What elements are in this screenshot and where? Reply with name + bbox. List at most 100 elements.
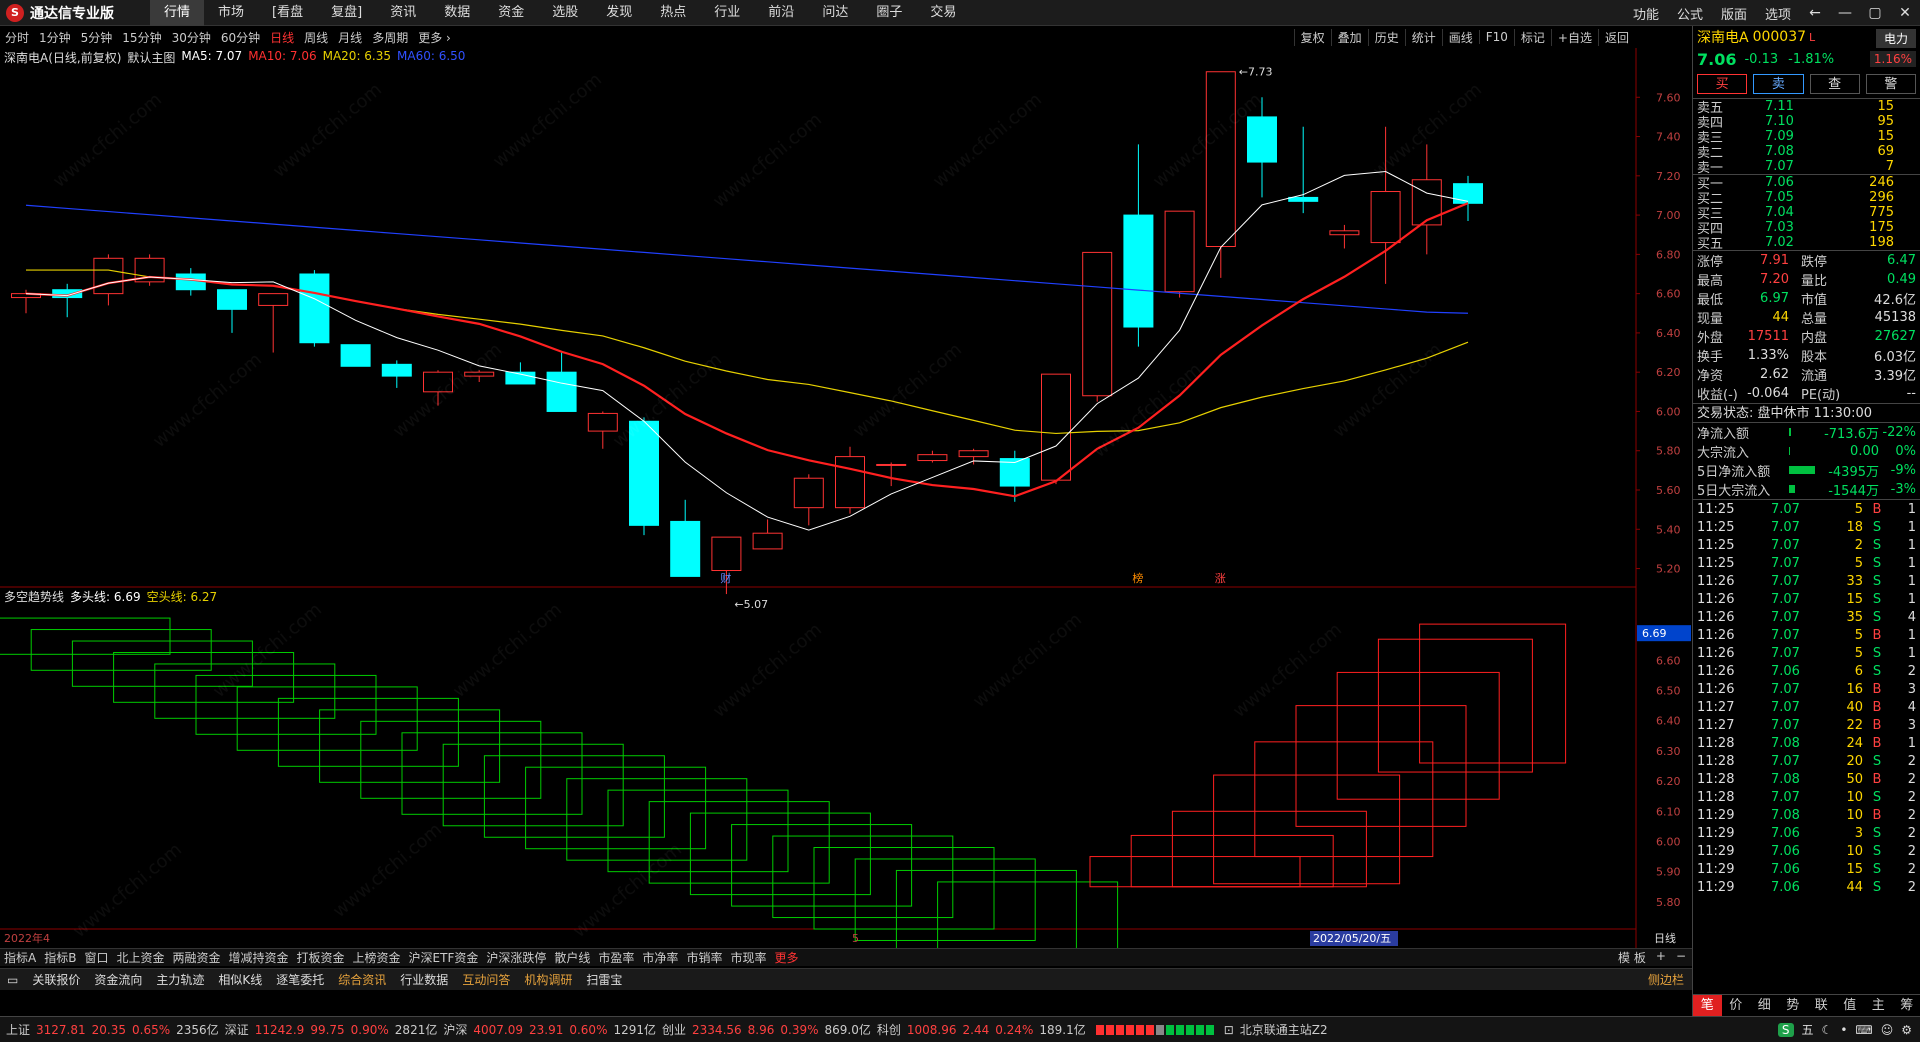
candle-body[interactable] — [1082, 251, 1113, 397]
moon-icon[interactable]: ☾ — [1822, 1023, 1833, 1037]
candle-body[interactable] — [381, 363, 412, 377]
back-icon[interactable]: ← — [1800, 5, 1830, 21]
buy-button[interactable]: 买 — [1697, 74, 1748, 94]
minimize-icon[interactable]: — — [1830, 5, 1860, 21]
menu-item-5[interactable]: 数据 — [430, 0, 484, 26]
candle-body[interactable] — [258, 293, 289, 306]
ask-row[interactable]: 卖一 7.07 7 — [1693, 159, 1920, 176]
func-tab-4[interactable]: 逐笔委托 — [269, 971, 331, 988]
tool-3[interactable]: 统计 — [1404, 28, 1442, 46]
menu-item-10[interactable]: 行业 — [700, 0, 754, 26]
index-name[interactable]: 创业 — [662, 1021, 686, 1038]
candle-body[interactable] — [793, 477, 824, 509]
settings-icon[interactable]: ⚙ — [1901, 1023, 1912, 1037]
chart-template[interactable]: 默认主图 — [127, 49, 175, 65]
candle-body[interactable] — [1123, 214, 1154, 328]
candle-body[interactable] — [175, 273, 206, 291]
right-tab-5[interactable]: 值 — [1836, 995, 1865, 1016]
candle-body[interactable] — [423, 371, 453, 393]
sub-indicator-name[interactable]: 多空趋势线 — [4, 588, 64, 605]
indicator-tab-9[interactable]: 沪深涨跌停 — [482, 949, 550, 966]
top-right-item-2[interactable]: 版面 — [1712, 4, 1756, 23]
sell-button[interactable]: 卖 — [1753, 74, 1804, 94]
index-name[interactable]: 上证 — [6, 1021, 30, 1038]
indicator-tab-1[interactable]: 指标B — [40, 949, 80, 966]
sidebar-button[interactable]: 侧边栏 — [1648, 971, 1684, 988]
candle-body[interactable] — [835, 456, 865, 509]
top-right-item-3[interactable]: 选项 — [1756, 4, 1800, 23]
event-marker[interactable]: 榜 — [1132, 571, 1143, 585]
menu-item-2[interactable]: [看盘 — [258, 0, 317, 26]
dot-icon[interactable]: • — [1840, 1023, 1847, 1037]
right-tab-4[interactable]: 联 — [1807, 995, 1836, 1016]
tool-5[interactable]: F10 — [1478, 30, 1514, 44]
menu-item-11[interactable]: 前沿 — [754, 0, 808, 26]
menu-item-6[interactable]: 资金 — [484, 0, 538, 26]
maximize-icon[interactable]: ▢ — [1860, 5, 1890, 21]
candle-body[interactable] — [546, 371, 577, 412]
indicator-tab-8[interactable]: 沪深ETF资金 — [405, 949, 483, 966]
input-method-icon[interactable]: S — [1777, 1022, 1794, 1037]
indicator-tab-13[interactable]: 市销率 — [682, 949, 726, 966]
func-tab-6[interactable]: 行业数据 — [393, 971, 455, 988]
candle-body[interactable] — [340, 344, 371, 367]
candle-body[interactable] — [1164, 210, 1195, 293]
event-marker[interactable]: 财 — [720, 571, 731, 585]
event-marker[interactable]: 涨 — [1215, 572, 1226, 585]
tick-list[interactable]: 11:25 7.07 5 B 1 11:25 7.07 18 S 1 11:25 7.07 2 S 1 11:… — [1693, 499, 1920, 896]
period-8[interactable]: 月线 — [333, 29, 367, 46]
indicator-tab-5[interactable]: 增减持资金 — [225, 949, 293, 966]
template-control-1[interactable]: + — [1656, 949, 1666, 966]
indicator-tab-2[interactable]: 窗口 — [80, 949, 112, 966]
period-10[interactable]: 更多 › — [413, 29, 456, 46]
candle-body[interactable] — [1329, 230, 1360, 236]
period-3[interactable]: 15分钟 — [117, 29, 166, 46]
period-1[interactable]: 1分钟 — [34, 29, 76, 46]
index-name[interactable]: 深证 — [225, 1021, 249, 1038]
index-name[interactable]: 科创 — [877, 1021, 901, 1038]
candle-body[interactable] — [1041, 373, 1071, 481]
template-control-0[interactable]: 模 板 — [1618, 949, 1646, 966]
candle-body[interactable] — [464, 371, 495, 377]
menu-item-4[interactable]: 资讯 — [376, 0, 430, 26]
candle-body[interactable] — [876, 463, 907, 466]
func-tab-3[interactable]: 相似K线 — [211, 971, 269, 988]
tool-2[interactable]: 历史 — [1367, 28, 1405, 46]
func-tab-1[interactable]: 资金流向 — [87, 971, 149, 988]
indicator-tab-15[interactable]: 更多 — [770, 949, 802, 966]
candle-body[interactable] — [629, 420, 659, 526]
period-2[interactable]: 5分钟 — [76, 29, 118, 46]
func-menu-icon[interactable]: ▭ — [0, 973, 25, 987]
candle-body[interactable] — [1453, 183, 1483, 204]
tool-4[interactable]: 画线 — [1441, 28, 1479, 46]
menu-item-1[interactable]: 市场 — [204, 0, 258, 26]
period-9[interactable]: 多周期 — [367, 29, 413, 46]
menu-item-14[interactable]: 交易 — [916, 0, 970, 26]
menu-item-9[interactable]: 热点 — [646, 0, 700, 26]
indicator-tab-11[interactable]: 市盈率 — [594, 949, 638, 966]
right-tab-1[interactable]: 价 — [1722, 995, 1751, 1016]
candle-body[interactable] — [917, 454, 948, 462]
tool-0[interactable]: 复权 — [1293, 28, 1331, 46]
indicator-tab-4[interactable]: 两融资金 — [168, 949, 224, 966]
date-axis-button[interactable]: 日线 — [1654, 931, 1676, 945]
menu-item-0[interactable]: 行情 — [150, 0, 205, 26]
candle-body[interactable] — [1288, 196, 1319, 202]
period-5[interactable]: 60分钟 — [216, 29, 265, 46]
tool-6[interactable]: 标记 — [1513, 28, 1551, 46]
indicator-tab-6[interactable]: 打板资金 — [293, 949, 349, 966]
right-tab-6[interactable]: 主 — [1864, 995, 1893, 1016]
indicator-tab-3[interactable]: 北上资金 — [112, 949, 168, 966]
candle-body[interactable] — [958, 450, 989, 458]
candle-body[interactable] — [217, 289, 247, 310]
indicator-tab-0[interactable]: 指标A — [0, 949, 40, 966]
top-right-item-0[interactable]: 功能 — [1624, 4, 1668, 23]
user-icon[interactable]: ☺ — [1881, 1023, 1894, 1037]
candle-body[interactable] — [299, 273, 330, 344]
right-tab-7[interactable]: 筹 — [1893, 995, 1920, 1016]
period-7[interactable]: 周线 — [299, 29, 333, 46]
period-0[interactable]: 分时 — [0, 29, 34, 46]
tool-8[interactable]: 返回 — [1597, 28, 1635, 46]
keyboard-icon[interactable]: ⌨ — [1855, 1023, 1872, 1037]
candle-body[interactable] — [1411, 179, 1442, 226]
